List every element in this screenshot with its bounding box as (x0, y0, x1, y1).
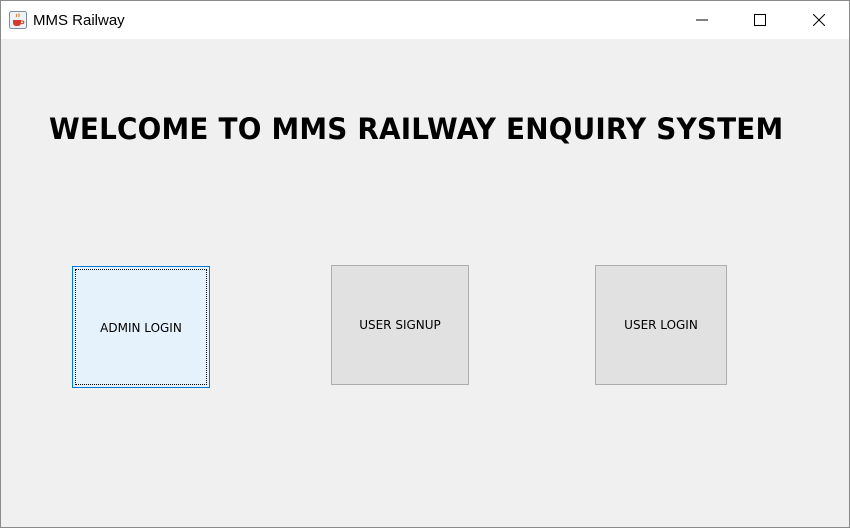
app-window: MMS Railway WELCOME TO MMS RAILWAY ENQUI… (0, 0, 850, 528)
user-login-button[interactable]: USER LOGIN (595, 265, 727, 385)
window-title: MMS Railway (33, 12, 125, 29)
user-signup-button[interactable]: USER SIGNUP (331, 265, 469, 385)
java-coffee-cup-icon[interactable] (9, 11, 27, 29)
user-login-label: USER LOGIN (624, 318, 698, 332)
admin-login-button[interactable]: ADMIN LOGIN (72, 266, 210, 388)
welcome-heading: WELCOME TO MMS RAILWAY ENQUIRY SYSTEM (49, 112, 784, 146)
maximize-button[interactable] (731, 1, 789, 39)
admin-login-label: ADMIN LOGIN (100, 321, 182, 335)
user-signup-label: USER SIGNUP (359, 318, 441, 332)
main-panel: WELCOME TO MMS RAILWAY ENQUIRY SYSTEM AD… (1, 39, 849, 527)
title-bar[interactable]: MMS Railway (1, 1, 849, 39)
close-button[interactable] (790, 1, 848, 39)
minimize-button[interactable] (673, 1, 731, 39)
